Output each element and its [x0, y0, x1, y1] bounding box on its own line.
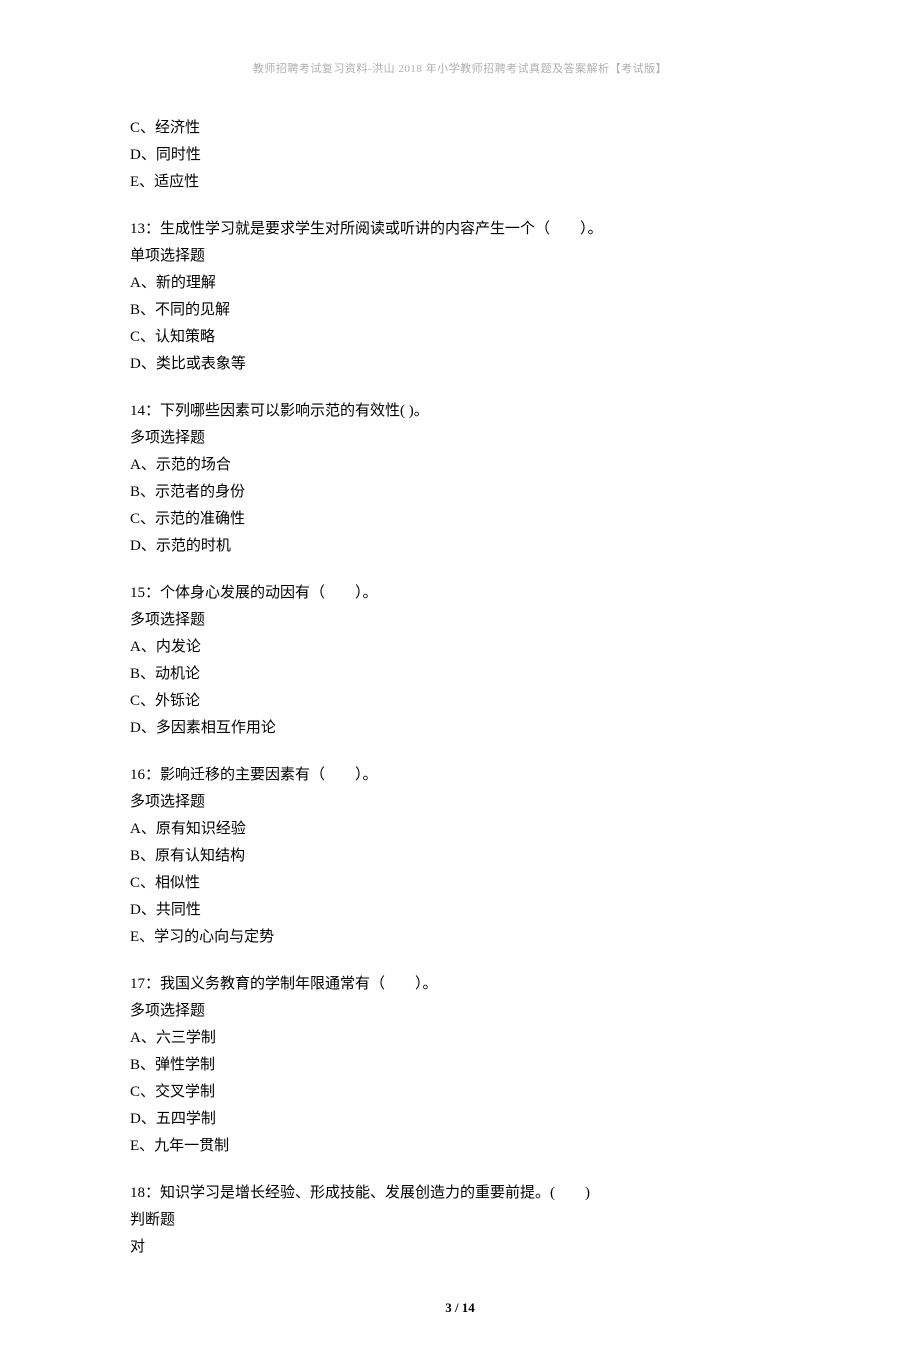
question-18: 18：知识学习是增长经验、形成技能、发展创造力的重要前提。( ) 判断题 对: [130, 1180, 790, 1261]
q12-option-c: C、经济性: [130, 115, 790, 142]
q13-option-a: A、新的理解: [130, 270, 790, 297]
q13-option-c: C、认知策略: [130, 324, 790, 351]
question-12-partial: C、经济性 D、同时性 E、适应性: [130, 115, 790, 196]
q18-option-a: 对: [130, 1234, 790, 1261]
q13-type: 单项选择题: [130, 243, 790, 270]
q17-option-e: E、九年一贯制: [130, 1133, 790, 1160]
q15-option-d: D、多因素相互作用论: [130, 715, 790, 742]
q14-option-a: A、示范的场合: [130, 452, 790, 479]
q15-option-b: B、动机论: [130, 661, 790, 688]
question-14: 14：下列哪些因素可以影响示范的有效性( )。 多项选择题 A、示范的场合 B、…: [130, 398, 790, 560]
q17-text: 17：我国义务教育的学制年限通常有（ ）。: [130, 971, 790, 998]
q12-option-e: E、适应性: [130, 169, 790, 196]
question-17: 17：我国义务教育的学制年限通常有（ ）。 多项选择题 A、六三学制 B、弹性学…: [130, 971, 790, 1160]
q12-option-d: D、同时性: [130, 142, 790, 169]
q14-type: 多项选择题: [130, 425, 790, 452]
q16-type: 多项选择题: [130, 789, 790, 816]
page-header-title: 教师招聘考试复习资料-洪山 2018 年小学教师招聘考试真题及答案解析【考试版】: [130, 60, 790, 80]
page-number: 3 / 14: [130, 1296, 790, 1319]
q17-option-c: C、交叉学制: [130, 1079, 790, 1106]
q16-option-c: C、相似性: [130, 870, 790, 897]
q16-option-d: D、共同性: [130, 897, 790, 924]
question-15: 15：个体身心发展的动因有（ ）。 多项选择题 A、内发论 B、动机论 C、外铄…: [130, 580, 790, 742]
q17-option-b: B、弹性学制: [130, 1052, 790, 1079]
q18-text: 18：知识学习是增长经验、形成技能、发展创造力的重要前提。( ): [130, 1180, 790, 1207]
q17-type: 多项选择题: [130, 998, 790, 1025]
q16-option-e: E、学习的心向与定势: [130, 924, 790, 951]
q14-option-c: C、示范的准确性: [130, 506, 790, 533]
q17-option-d: D、五四学制: [130, 1106, 790, 1133]
q16-option-a: A、原有知识经验: [130, 816, 790, 843]
q15-type: 多项选择题: [130, 607, 790, 634]
q15-text: 15：个体身心发展的动因有（ ）。: [130, 580, 790, 607]
q14-text: 14：下列哪些因素可以影响示范的有效性( )。: [130, 398, 790, 425]
question-16: 16：影响迁移的主要因素有（ ）。 多项选择题 A、原有知识经验 B、原有认知结…: [130, 762, 790, 951]
q16-text: 16：影响迁移的主要因素有（ ）。: [130, 762, 790, 789]
q14-option-d: D、示范的时机: [130, 533, 790, 560]
question-13: 13：生成性学习就是要求学生对所阅读或听讲的内容产生一个（ ）。 单项选择题 A…: [130, 216, 790, 378]
q15-option-c: C、外铄论: [130, 688, 790, 715]
q16-option-b: B、原有认知结构: [130, 843, 790, 870]
q13-option-b: B、不同的见解: [130, 297, 790, 324]
q13-text: 13：生成性学习就是要求学生对所阅读或听讲的内容产生一个（ ）。: [130, 216, 790, 243]
q17-option-a: A、六三学制: [130, 1025, 790, 1052]
q14-option-b: B、示范者的身份: [130, 479, 790, 506]
q13-option-d: D、类比或表象等: [130, 351, 790, 378]
q15-option-a: A、内发论: [130, 634, 790, 661]
q18-type: 判断题: [130, 1207, 790, 1234]
